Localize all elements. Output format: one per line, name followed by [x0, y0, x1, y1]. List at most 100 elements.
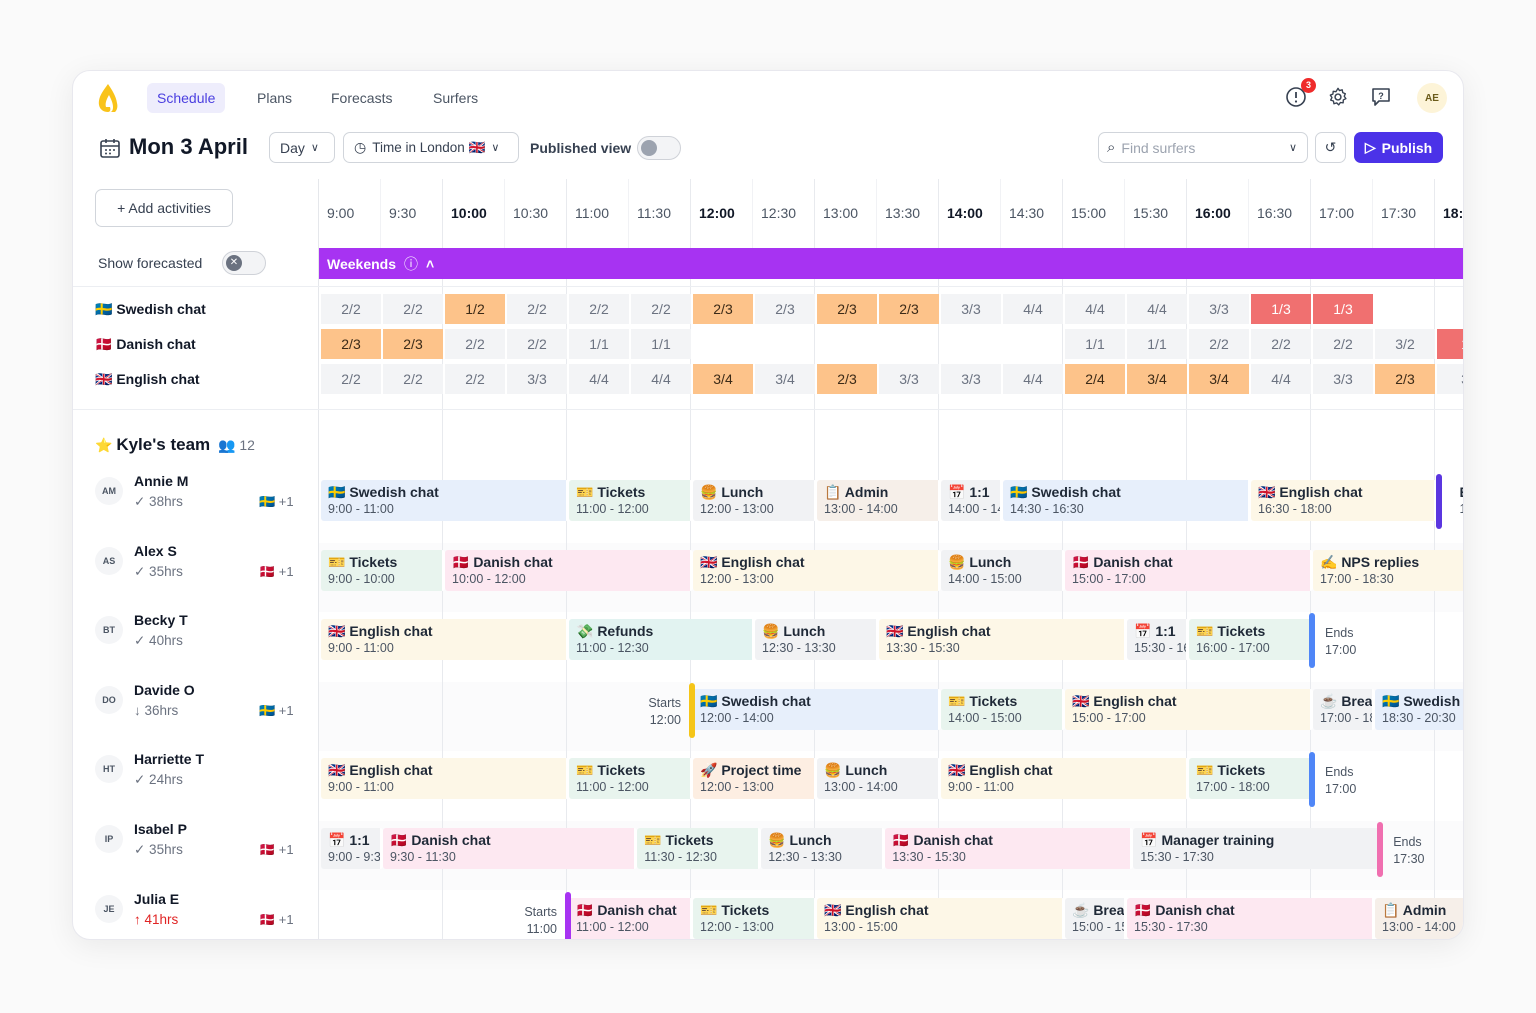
shift-marker: [1436, 474, 1443, 529]
person-avatar[interactable]: AS: [95, 546, 123, 575]
grid-line: [380, 179, 381, 249]
activity-block[interactable]: 🚀 Project time 12:00 - 13:00: [693, 758, 817, 800]
tab-forecasts[interactable]: Forecasts: [321, 83, 402, 113]
activity-block[interactable]: En18: [1453, 480, 1464, 521]
publish-button[interactable]: ▷ Publish: [1354, 132, 1443, 163]
time-label: 14:30: [1009, 205, 1045, 221]
person-channels: 🇩🇰 +1: [259, 911, 294, 927]
person-name[interactable]: Harriette T: [134, 751, 204, 767]
add-activities-button[interactable]: + Add activities: [95, 189, 233, 227]
person-name[interactable]: Julia E: [134, 891, 179, 907]
activity-block[interactable]: 🇬🇧 English chat 9:00 - 11:00: [321, 758, 569, 800]
help-chat-icon[interactable]: ?: [1368, 84, 1394, 110]
person-avatar[interactable]: BT: [95, 616, 123, 645]
activity-block[interactable]: 💸 Refunds 11:00 - 12:30: [569, 619, 755, 661]
activity-block[interactable]: 🇩🇰 Danish chat 10:00 - 12:00: [445, 549, 693, 591]
activity-block[interactable]: 🇸🇪 Swedish chat 14:30 - 16:30: [1003, 480, 1251, 521]
show-forecasted-toggle[interactable]: ✕: [222, 251, 266, 275]
activity-block[interactable]: 🇸🇪 Swedish chat 12:00 - 14:00: [693, 688, 941, 730]
coverage-cell: 2/2: [507, 294, 569, 324]
shift-time: 12:00: [649, 712, 681, 727]
activity-time: 12:00 - 13:00: [700, 919, 774, 934]
person-avatar[interactable]: AM: [95, 477, 123, 505]
coverage-cell: [693, 329, 755, 359]
activity-block[interactable]: 📅 1:1 9:00 - 9:30: [321, 828, 383, 869]
activity-block[interactable]: ☕ Break15:00 - 15:30: [1065, 897, 1127, 939]
person-name[interactable]: Alex S: [134, 543, 177, 559]
activity-block[interactable]: 🎫 Tickets 16:00 - 17:00: [1189, 619, 1313, 661]
activity-block[interactable]: 🎫 Tickets 9:00 - 10:00: [321, 549, 445, 591]
time-label: 15:00: [1071, 205, 1107, 221]
activity-title: 🇬🇧 English chat: [328, 762, 433, 779]
activity-block[interactable]: 🎫 Tickets 12:00 - 13:00: [693, 897, 817, 939]
tab-plans[interactable]: Plans: [247, 83, 302, 113]
coverage-cell: 3/3: [941, 294, 1003, 324]
timezone-value: Time in London 🇬🇧: [372, 139, 486, 155]
history-button[interactable]: ↺: [1315, 132, 1346, 163]
activity-block[interactable]: 🇸🇪 Swedish chat 9:00 - 11:00: [321, 480, 569, 521]
person-name[interactable]: Annie M: [134, 473, 188, 489]
chevron-up-icon[interactable]: ˄: [426, 256, 434, 272]
logo-icon[interactable]: [95, 83, 121, 113]
view-select[interactable]: Day ∨: [269, 132, 335, 163]
activity-block[interactable]: 🍔 Lunch 12:30 - 13:30: [755, 619, 879, 661]
coverage-cell: 2/2: [507, 329, 569, 359]
activity-block[interactable]: 🇩🇰 Danish chat 9:30 - 11:30: [383, 828, 638, 869]
activity-block[interactable]: 🇩🇰 Danish chat 15:00 - 17:00: [1065, 549, 1313, 591]
activity-block[interactable]: 📅 1:115:30 - 16:00: [1127, 619, 1189, 661]
person-name[interactable]: Isabel P: [134, 821, 187, 837]
activity-block[interactable]: 🇸🇪 Swedish 18:30 - 20:30: [1375, 688, 1463, 730]
published-view-toggle[interactable]: [637, 136, 681, 160]
weekends-banner[interactable]: Weekends ⓘ ˄: [319, 248, 1463, 279]
activity-block[interactable]: 🇬🇧 English chat 16:30 - 18:00: [1251, 480, 1437, 521]
person-avatar[interactable]: IP: [95, 825, 123, 853]
activity-block[interactable]: 🎫 Tickets 11:30 - 12:30: [637, 828, 762, 869]
person-name[interactable]: Becky T: [134, 612, 188, 628]
info-icon[interactable]: ⓘ: [404, 254, 418, 274]
activity-block[interactable]: 🍔 Lunch 12:30 - 13:30: [761, 828, 886, 869]
tab-schedule[interactable]: Schedule: [147, 83, 226, 113]
activity-block[interactable]: 📋 Admin 13:00 - 14:00: [1375, 897, 1463, 939]
person-avatar[interactable]: HT: [95, 755, 123, 784]
activity-block[interactable]: ☕ Break17:00 - 18:00: [1313, 688, 1375, 730]
shift-label-text: Ends: [1325, 626, 1354, 641]
activity-block[interactable]: 🎫 Tickets 17:00 - 18:00: [1189, 758, 1313, 800]
activity-block[interactable]: 🎫 Tickets 14:00 - 15:00: [941, 688, 1065, 730]
person-name[interactable]: Davide O: [134, 682, 195, 698]
user-avatar[interactable]: AE: [1417, 83, 1447, 113]
activity-block[interactable]: 🍔 Lunch 13:00 - 14:00: [817, 758, 941, 800]
shift-marker: [1309, 613, 1315, 669]
activity-block[interactable]: 🇬🇧 English chat 12:00 - 13:00: [693, 549, 941, 591]
divider: [73, 286, 1463, 287]
activity-block[interactable]: 🇬🇧 English chat 13:00 - 15:00: [817, 897, 1065, 939]
activity-block[interactable]: 🇩🇰 Danish chat 11:00 - 12:00: [569, 897, 693, 939]
activity-block[interactable]: 🇬🇧 English chat 9:00 - 11:00: [321, 619, 569, 661]
coverage-cell: [1003, 329, 1065, 359]
alert-icon[interactable]: 3: [1283, 78, 1316, 110]
person-avatar[interactable]: JE: [95, 894, 123, 923]
activity-block[interactable]: 🎫 Tickets 11:00 - 12:00: [569, 480, 693, 521]
tab-surfers[interactable]: Surfers: [423, 83, 488, 113]
activity-block[interactable]: ✍ NPS replies 17:00 - 18:30: [1313, 549, 1463, 591]
activity-block[interactable]: 📅 Manager training 15:30 - 17:30: [1133, 828, 1382, 869]
activity-block[interactable]: 📋 Admin 13:00 - 14:00: [817, 480, 941, 521]
calendar-icon[interactable]: [99, 137, 121, 159]
activity-block[interactable]: 📅 1:1 14:00 - 14:30: [941, 480, 1003, 521]
search-surfers-input[interactable]: ⌕ Find surfers ∨: [1098, 132, 1308, 163]
activity-block[interactable]: 🍔 Lunch 14:00 - 15:00: [941, 549, 1065, 591]
timezone-select[interactable]: ◷ Time in London 🇬🇧 ∨: [343, 132, 519, 163]
activity-block[interactable]: 🍔 Lunch 12:00 - 13:00: [693, 480, 817, 521]
activity-block[interactable]: 🎫 Tickets 11:00 - 12:00: [569, 758, 693, 800]
person-avatar[interactable]: DO: [95, 685, 123, 714]
activity-block[interactable]: 🇬🇧 English chat 13:30 - 15:30: [879, 619, 1127, 661]
activity-block[interactable]: 🇬🇧 English chat 15:00 - 17:00: [1065, 688, 1313, 730]
activity-block[interactable]: 🇬🇧 English chat 9:00 - 11:00: [941, 758, 1189, 800]
history-icon: ↺: [1324, 139, 1337, 155]
activity-block[interactable]: 🇩🇰 Danish chat 15:30 - 17:30: [1127, 897, 1375, 939]
gear-icon[interactable]: [1325, 84, 1351, 110]
activity-title: 🇬🇧 English chat: [1072, 692, 1177, 709]
activity-block[interactable]: 🇩🇰 Danish chat 13:30 - 15:30: [885, 828, 1134, 869]
activity-time: 11:00 - 12:00: [576, 502, 649, 516]
activity-title: 🇸🇪 Swedish: [1382, 692, 1461, 709]
coverage-cell: 4/4: [1003, 364, 1065, 394]
